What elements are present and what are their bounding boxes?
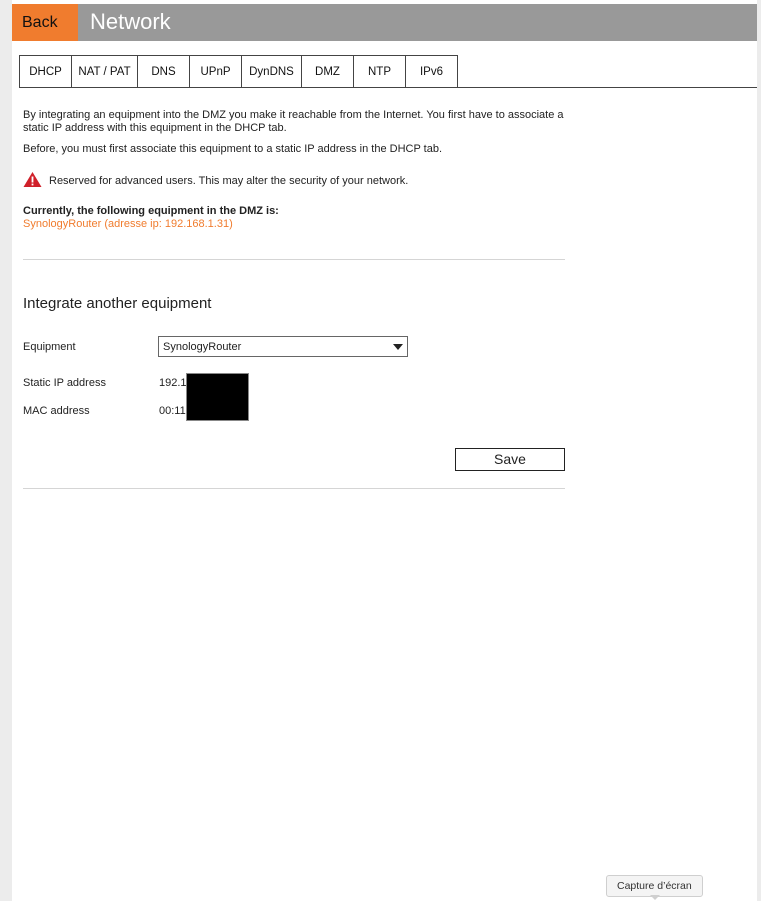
back-button[interactable]: Back: [12, 4, 78, 41]
tab-bar: DHCP NAT / PAT DNS UPnP DynDNS DMZ NTP I…: [19, 55, 458, 88]
equipment-select[interactable]: SynologyRouter: [158, 336, 408, 357]
equipment-label: Equipment: [23, 341, 76, 353]
tab-bar-underline: [19, 87, 757, 88]
page-title: Network: [90, 9, 171, 34]
tab-dmz[interactable]: DMZ: [301, 55, 354, 88]
static-ip-value: 192.1: [159, 377, 187, 389]
tab-ntp[interactable]: NTP: [353, 55, 406, 88]
redaction-box: [186, 373, 249, 421]
chevron-down-icon: [393, 344, 403, 350]
divider-top: [23, 259, 565, 260]
tab-dyndns[interactable]: DynDNS: [241, 55, 302, 88]
tab-dhcp[interactable]: DHCP: [19, 55, 72, 88]
intro-text: By integrating an equipment into the DMZ…: [23, 109, 564, 134]
screenshot-tooltip: Capture d’écran: [606, 875, 703, 897]
divider-bottom: [23, 488, 565, 489]
equipment-select-value: SynologyRouter: [163, 341, 242, 353]
page-background: [12, 0, 757, 901]
warning-triangle-icon: [23, 171, 42, 191]
static-ip-label: Static IP address: [23, 377, 106, 389]
tab-nat-pat[interactable]: NAT / PAT: [71, 55, 138, 88]
tooltip-pointer: [650, 895, 660, 900]
integrate-section-title: Integrate another equipment: [23, 295, 212, 312]
warning-row: Reserved for advanced users. This may al…: [23, 172, 408, 190]
intro-text-2: Before, you must first associate this eq…: [23, 143, 443, 155]
warning-text: Reserved for advanced users. This may al…: [49, 175, 409, 187]
current-dmz-label: Currently, the following equipment in th…: [23, 205, 279, 217]
current-dmz-value: SynologyRouter (adresse ip: 192.168.1.31…: [23, 218, 233, 230]
tab-dns[interactable]: DNS: [137, 55, 190, 88]
tab-upnp[interactable]: UPnP: [189, 55, 242, 88]
tab-ipv6[interactable]: IPv6: [405, 55, 458, 88]
mac-address-label: MAC address: [23, 405, 90, 417]
save-button[interactable]: Save: [455, 448, 565, 471]
header-bar: Back Network: [12, 4, 757, 41]
mac-address-value: 00:11: [159, 405, 186, 417]
